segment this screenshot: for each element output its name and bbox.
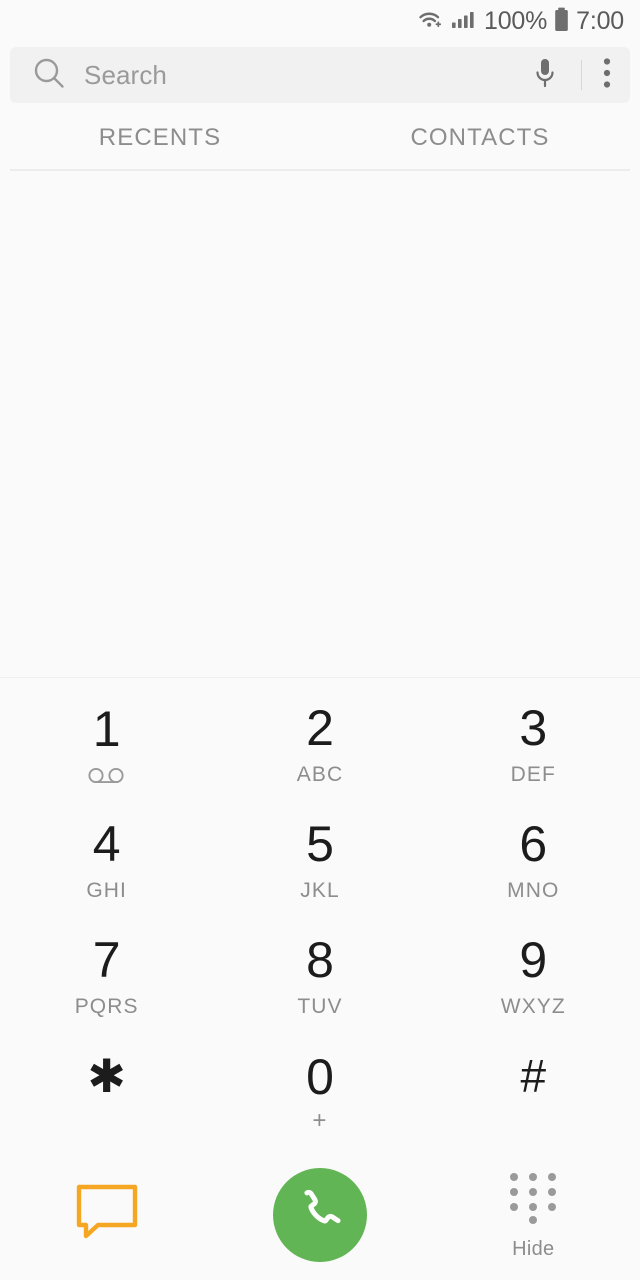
dial-key-2-letters: ABC	[297, 764, 343, 786]
cellular-signal-icon	[452, 8, 478, 37]
hide-keypad-label: Hide	[512, 1238, 554, 1261]
search-divider	[581, 60, 582, 90]
status-bar-clock: 7:00	[576, 9, 624, 34]
battery-full-icon	[553, 7, 570, 38]
dial-key-7-digit: 7	[93, 935, 121, 985]
dial-key-9[interactable]: 9 WXYZ	[427, 918, 640, 1034]
dialpad-action-row: Hide	[0, 1150, 640, 1280]
dial-key-hash-digit: #	[521, 1053, 547, 1099]
battery-percentage: 100%	[484, 9, 547, 34]
dial-key-hash[interactable]: #	[427, 1034, 640, 1150]
call-log-list[interactable]	[0, 171, 640, 678]
wifi-icon	[418, 8, 446, 37]
tab-contacts[interactable]: CONTACTS	[320, 124, 640, 152]
dial-key-1[interactable]: 1	[0, 686, 213, 802]
call-button-circle[interactable]	[273, 1168, 367, 1262]
dial-key-4-digit: 4	[93, 819, 121, 869]
message-button[interactable]	[0, 1182, 213, 1249]
dial-key-3-letters: DEF	[511, 764, 556, 786]
call-handset-icon	[295, 1188, 345, 1243]
dial-key-4-letters: GHI	[86, 880, 127, 902]
dial-key-star[interactable]: ✱	[0, 1034, 213, 1150]
call-button[interactable]	[213, 1168, 426, 1262]
dial-key-0-digit: 0	[306, 1052, 334, 1102]
search-input[interactable]: Search	[10, 47, 630, 103]
dial-key-7-letters: PQRS	[75, 996, 139, 1018]
dial-key-5[interactable]: 5 JKL	[213, 802, 426, 918]
more-options-icon[interactable]	[602, 56, 612, 95]
dial-key-2-digit: 2	[306, 703, 334, 753]
tab-bar: RECENTS CONTACTS	[0, 106, 640, 169]
search-bar: Search	[0, 44, 640, 106]
dial-key-7[interactable]: 7 PQRS	[0, 918, 213, 1034]
dial-key-5-digit: 5	[306, 819, 334, 869]
tab-recents[interactable]: RECENTS	[0, 124, 320, 152]
status-bar: 100% 7:00	[0, 0, 640, 44]
dial-key-0[interactable]: 0 +	[213, 1034, 426, 1150]
dial-key-8-digit: 8	[306, 935, 334, 985]
status-bar-icons: 100% 7:00	[418, 7, 624, 38]
dial-key-9-letters: WXYZ	[501, 996, 566, 1018]
dialer-screen: 100% 7:00 Search	[0, 0, 640, 1280]
search-placeholder-text: Search	[84, 60, 531, 91]
voicemail-icon	[85, 763, 129, 785]
dial-key-8-letters: TUV	[297, 996, 342, 1018]
dial-key-3-digit: 3	[519, 703, 547, 753]
dial-key-4[interactable]: 4 GHI	[0, 802, 213, 918]
dial-key-6-letters: MNO	[507, 880, 559, 902]
dial-key-1-digit: 1	[93, 704, 121, 754]
hide-keypad-button[interactable]: Hide	[427, 1170, 640, 1261]
dial-key-2[interactable]: 2 ABC	[213, 686, 426, 802]
dial-key-8[interactable]: 8 TUV	[213, 918, 426, 1034]
dial-key-6-digit: 6	[519, 819, 547, 869]
dial-key-5-letters: JKL	[300, 880, 340, 902]
keypad-dots-icon	[505, 1170, 561, 1229]
dial-key-9-digit: 9	[519, 935, 547, 985]
dial-key-6[interactable]: 6 MNO	[427, 802, 640, 918]
microphone-icon[interactable]	[531, 55, 559, 96]
message-bubble-icon	[74, 1182, 140, 1249]
search-icon	[32, 56, 66, 95]
dialpad: 1 2 ABC 3 DEF 4 GHI	[0, 678, 640, 1280]
dial-key-star-digit: ✱	[87, 1053, 126, 1099]
dial-key-0-plus: +	[312, 1110, 327, 1132]
dialpad-keys: 1 2 ABC 3 DEF 4 GHI	[0, 686, 640, 1150]
dial-key-3[interactable]: 3 DEF	[427, 686, 640, 802]
